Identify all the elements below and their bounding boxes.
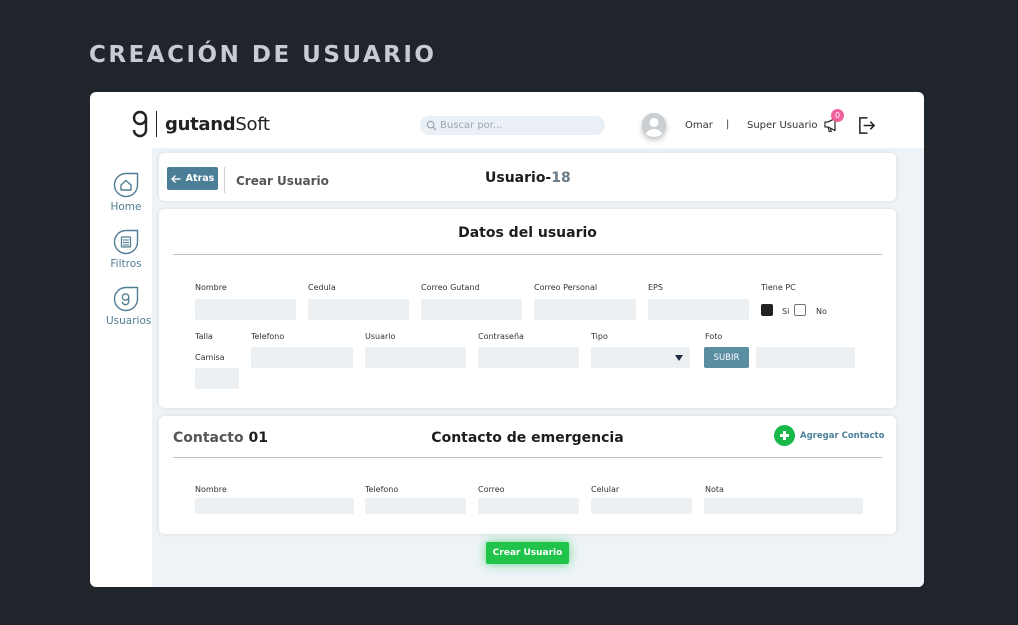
logout-icon[interactable] — [857, 116, 876, 135]
title-divider — [224, 167, 225, 193]
contrasena-label: Contraseña — [478, 332, 524, 341]
user-id-number: 18 — [551, 170, 571, 186]
user-name: Omar — [685, 120, 713, 131]
sidebar-item-usuarios[interactable]: Usuarios — [106, 286, 152, 327]
sidebar-item-home[interactable]: Home — [106, 172, 146, 213]
eps-field[interactable] — [648, 299, 749, 320]
users-icon — [113, 286, 139, 312]
usuario-label: Usuario — [365, 332, 396, 341]
section-divider — [173, 457, 882, 458]
user-id-title: Usuario-18 — [485, 170, 571, 186]
logo-divider — [156, 111, 157, 137]
page-heading: CREACIÓN DE USUARIO — [89, 42, 437, 68]
user-id-prefix: Usuario- — [485, 170, 552, 186]
breadcrumb: Crear Usuario — [236, 174, 329, 188]
cedula-field[interactable] — [308, 299, 409, 320]
arrow-left-icon — [170, 174, 181, 183]
sidebar-item-label: Usuarios — [106, 315, 152, 327]
foto-label: Foto — [705, 332, 723, 341]
telefono-label: Telefono — [251, 332, 285, 341]
section-divider — [173, 254, 882, 255]
no-label: No — [816, 307, 827, 316]
talla-camisa-field[interactable] — [195, 368, 239, 389]
title-card: Atras Crear Usuario Usuario-18 — [159, 153, 896, 201]
gutand-logo-icon — [132, 110, 148, 138]
header-separator: | — [726, 119, 730, 130]
camisa-label: Camisa — [195, 353, 225, 362]
contact-nota-label: Nota — [705, 485, 724, 494]
sidebar-item-filtros[interactable]: Filtros — [106, 229, 146, 270]
search-input[interactable] — [440, 120, 600, 131]
upload-button[interactable]: SUBIR — [704, 347, 749, 368]
emergency-contact-card: Contacto 01 Contacto de emergencia Agreg… — [159, 416, 896, 534]
contact-telefono-label: Telefono — [365, 485, 399, 494]
sidebar-item-label: Home — [110, 201, 142, 213]
cedula-label: Cedula — [308, 283, 336, 292]
logo-text-light: Soft — [235, 113, 270, 135]
telefono-field[interactable] — [251, 347, 353, 368]
contact-celular-label: Celular — [591, 485, 620, 494]
contact-correo-field[interactable] — [478, 498, 579, 514]
contact-nota-field[interactable] — [704, 498, 863, 514]
nombre-label: Nombre — [195, 283, 227, 292]
talla-label: Talla — [195, 332, 213, 341]
nombre-field[interactable] — [195, 299, 296, 320]
contact-telefono-field[interactable] — [365, 498, 466, 514]
user-data-card: Datos del usuario Nombre Cedula Correo G… — [159, 209, 896, 408]
foto-field[interactable] — [756, 347, 855, 368]
eps-label: EPS — [648, 283, 663, 292]
correo-gutand-label: Correo Gutand — [421, 283, 480, 292]
user-avatar-icon — [642, 113, 666, 137]
correo-personal-field[interactable] — [534, 299, 636, 320]
filter-icon — [113, 229, 139, 255]
caret-down-icon — [675, 355, 683, 361]
contrasena-field[interactable] — [478, 347, 579, 368]
contact-nombre-field[interactable] — [195, 498, 354, 514]
back-button-label: Atras — [185, 173, 215, 184]
avatar[interactable] — [642, 113, 666, 137]
create-user-button[interactable]: Crear Usuario — [486, 542, 569, 564]
home-icon — [113, 172, 139, 198]
sidebar-item-label: Filtros — [110, 258, 142, 270]
user-role: Super Usuario — [747, 120, 818, 131]
contact-celular-field[interactable] — [591, 498, 692, 514]
user-data-title: Datos del usuario — [458, 225, 597, 241]
correo-personal-label: Correo Personal — [534, 283, 598, 292]
add-contact-label: Agregar Contacto — [800, 430, 885, 441]
search-bar[interactable] — [420, 116, 605, 135]
tipo-label: Tipo — [591, 332, 608, 341]
contact-nombre-label: Nombre — [195, 485, 227, 494]
search-icon — [426, 120, 437, 131]
tiene-pc-si-checkbox[interactable] — [761, 304, 773, 316]
add-contact-button[interactable]: Agregar Contacto — [774, 425, 884, 446]
back-button[interactable]: Atras — [167, 167, 218, 190]
correo-gutand-field[interactable] — [421, 299, 522, 320]
si-label: Si — [782, 307, 790, 316]
logo: gutandSoft — [132, 110, 270, 138]
logo-text-bold: gutand — [165, 113, 236, 135]
usuario-field[interactable] — [365, 347, 466, 368]
tiene-pc-label: Tiene PC — [761, 283, 796, 292]
tiene-pc-no-checkbox[interactable] — [794, 304, 806, 316]
app-window: gutandSoft Omar | Super Usuario 0 Home — [90, 92, 924, 587]
plus-circle-icon — [774, 425, 795, 446]
notification-badge: 0 — [831, 109, 844, 122]
logo-text: gutandSoft — [165, 114, 270, 135]
tipo-select[interactable] — [591, 347, 690, 368]
contact-correo-label: Correo — [478, 485, 505, 494]
